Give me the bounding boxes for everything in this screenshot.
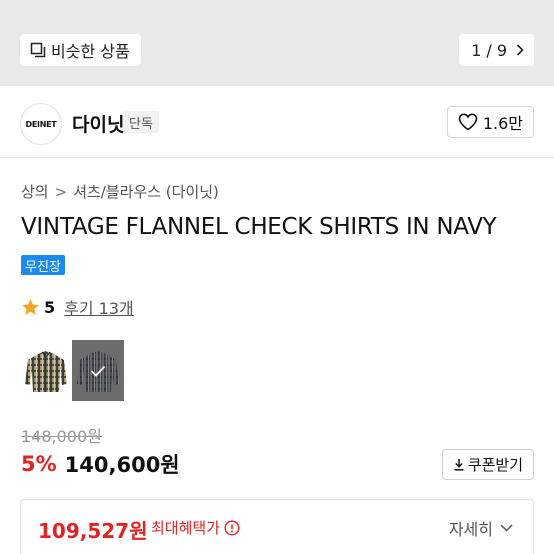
- max-benefit-box[interactable]: 109,527원 최대혜택가 자세히: [20, 499, 534, 554]
- price-row: 5% 140,600원: [21, 449, 180, 479]
- breadcrumb-separator: >: [54, 182, 68, 201]
- image-gallery-bar: 비슷한 상품 1 / 9: [0, 0, 554, 86]
- like-button[interactable]: 1.6만: [446, 106, 534, 138]
- breadcrumb-item-subcategory[interactable]: 셔츠/블라우스 (다이닛): [73, 181, 219, 202]
- download-icon: [454, 459, 464, 471]
- shirt-beige-check-icon: [25, 351, 67, 392]
- shipping-badge: 무진장: [21, 255, 65, 275]
- page-total: 9: [496, 40, 507, 60]
- breadcrumb-item-category[interactable]: 상의: [21, 181, 49, 202]
- chevron-right-icon: [516, 44, 524, 56]
- thumbnail-option-navy[interactable]: [72, 340, 124, 401]
- similar-icon: [30, 42, 46, 58]
- similar-products-label: 비슷한 상품: [51, 42, 130, 61]
- image-pager-button[interactable]: 1 / 9: [459, 34, 534, 66]
- discount-rate: 5%: [21, 452, 57, 476]
- page-separator: /: [486, 40, 492, 60]
- exclusive-tag: 단독: [123, 111, 159, 133]
- check-icon: [90, 365, 106, 377]
- heart-icon: [458, 113, 478, 131]
- brand-logo[interactable]: DEINET: [20, 103, 62, 145]
- max-benefit-price: 109,527원: [38, 519, 148, 543]
- similar-products-button[interactable]: 비슷한 상품: [20, 34, 141, 66]
- like-count: 1.6만: [482, 114, 523, 133]
- benefit-detail-toggle[interactable]: 자세히: [449, 516, 513, 540]
- coupon-label: 쿠폰받기: [467, 456, 523, 474]
- product-title: VINTAGE FLANNEL CHECK SHIRTS IN NAVY: [21, 214, 497, 240]
- brand-logo-text: DEINET: [25, 119, 57, 129]
- chevron-down-icon: [500, 524, 513, 532]
- reviews-link[interactable]: 후기 13개: [64, 295, 134, 319]
- sale-price: 140,600원: [64, 453, 180, 477]
- star-icon: [22, 298, 39, 315]
- detail-label: 자세히: [448, 520, 493, 539]
- rating-row: 5 후기 13개: [21, 295, 134, 319]
- page-current: 1: [471, 40, 482, 60]
- breadcrumb: 상의 > 셔츠/블라우스 (다이닛): [21, 181, 219, 202]
- brand-name[interactable]: 다이닛: [72, 110, 124, 137]
- max-benefit-label: 최대혜택가: [151, 517, 240, 538]
- coupon-download-button[interactable]: 쿠폰받기: [441, 449, 534, 480]
- original-price: 148,000원: [21, 427, 102, 446]
- rating-score: 5: [44, 297, 56, 317]
- thumbnail-option-beige[interactable]: [20, 340, 72, 401]
- brand-row: DEINET 다이닛 단독 1.6만: [0, 86, 554, 158]
- max-benefit-label-text: 최대혜택가: [151, 519, 221, 537]
- info-icon[interactable]: [224, 519, 240, 536]
- selected-overlay: [72, 340, 124, 401]
